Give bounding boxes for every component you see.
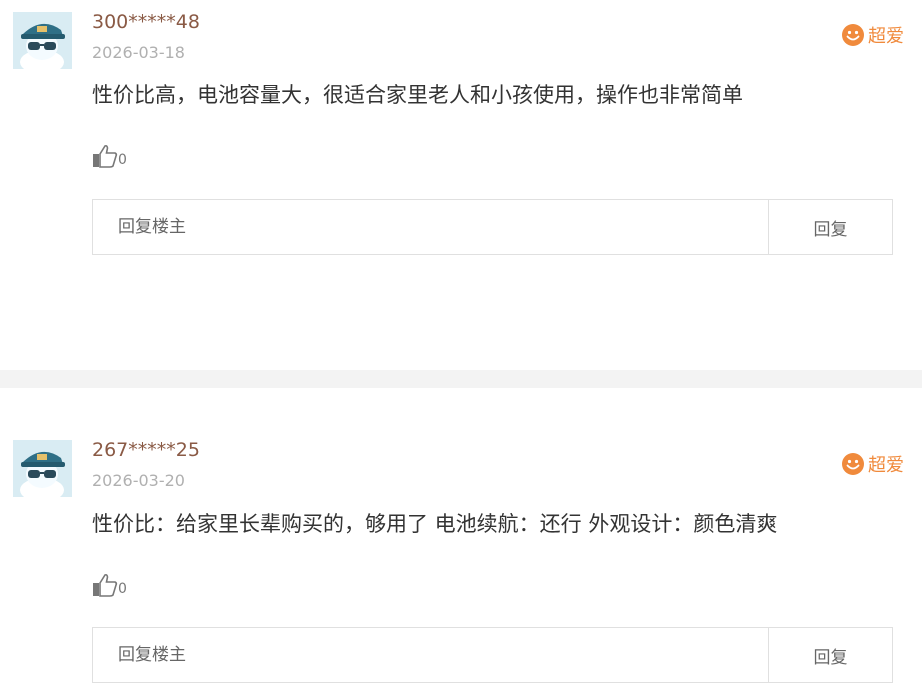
avatar-icon[interactable]: [13, 12, 72, 69]
avatar-icon[interactable]: [13, 440, 72, 497]
review-date: 2026-03-18: [92, 43, 185, 62]
reply-input[interactable]: [93, 628, 768, 682]
smiley-icon: [842, 453, 864, 475]
review-item: 300*****48 2026-03-18 超爱 性价比高，电池容量大，很适合家…: [0, 0, 922, 370]
thumbs-up-icon: [93, 144, 118, 168]
rating-badge: 超爱: [841, 22, 904, 48]
section-divider: [0, 370, 922, 388]
reply-input[interactable]: [93, 200, 768, 254]
thumbs-up-icon: [93, 573, 118, 597]
like-count: 0: [118, 152, 127, 168]
smiley-icon: [842, 24, 864, 46]
reply-button[interactable]: 回复: [768, 628, 892, 682]
review-content: 性价比高，电池容量大，很适合家里老人和小孩使用，操作也非常简单: [92, 83, 743, 107]
rating-label: 超爱: [868, 455, 904, 476]
username: 267*****25: [92, 439, 200, 461]
reply-box: 回复: [92, 199, 893, 255]
review-date: 2026-03-20: [92, 471, 185, 490]
review-content: 性价比：给家里长辈购买的，够用了 电池续航：还行 外观设计：颜色清爽: [92, 512, 778, 536]
rating-label: 超爱: [868, 26, 904, 47]
like-button[interactable]: 0: [92, 144, 127, 168]
username: 300*****48: [92, 11, 200, 33]
review-item: 267*****25 2026-03-20 超爱 性价比：给家里长辈购买的，够用…: [0, 388, 922, 692]
rating-badge: 超爱: [841, 451, 904, 477]
reply-button[interactable]: 回复: [768, 200, 892, 254]
like-button[interactable]: 0: [92, 573, 127, 597]
like-count: 0: [118, 581, 127, 597]
reply-box: 回复: [92, 627, 893, 683]
